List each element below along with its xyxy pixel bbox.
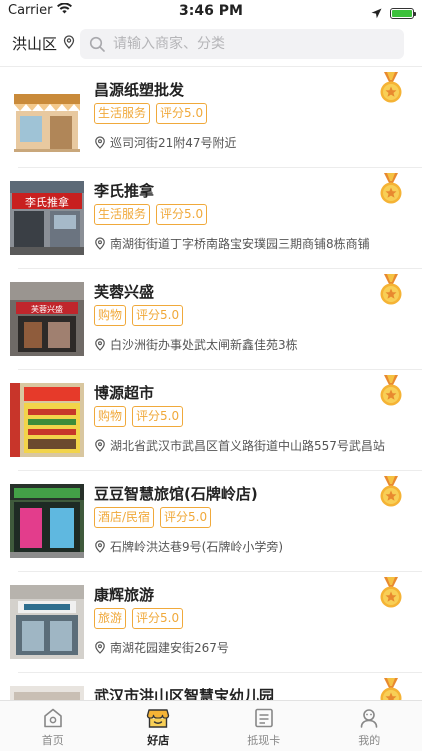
store-item[interactable]: 博源超市 购物 评分5.0 湖北省武汉市武昌区首义路街道中山路557号武昌站	[18, 370, 422, 471]
category-tag: 购物	[94, 406, 126, 427]
svg-text:李氏推拿: 李氏推拿	[25, 195, 69, 209]
store-name: 康辉旅游	[94, 584, 154, 605]
store-address: 湖北省武汉市武昌区首义路街道中山路557号武昌站	[94, 437, 385, 454]
tab-home[interactable]: 首页	[0, 701, 106, 751]
store-item[interactable]: 昌源纸塑批发 生活服务 评分5.0 巡司河街21附47号附近	[18, 67, 422, 168]
medal-icon	[378, 476, 404, 512]
medal-icon	[378, 274, 404, 310]
address-text: 白沙洲街办事处武太闸新鑫佳苑3栋	[110, 336, 298, 353]
rating-tag: 评分5.0	[156, 204, 207, 225]
medal-icon	[378, 577, 404, 613]
region-label: 洪山区	[12, 33, 57, 54]
location-pin-icon	[94, 439, 106, 452]
store-tags: 生活服务 评分5.0	[94, 103, 207, 124]
tab-profile[interactable]: 我的	[317, 701, 422, 751]
store-address: 巡司河街21附47号附近	[94, 134, 237, 151]
tab-voucher-card[interactable]: 抵现卡	[211, 701, 317, 751]
store-tags: 旅游 评分5.0	[94, 608, 183, 629]
rating-tag: 评分5.0	[132, 305, 183, 326]
location-arrow-icon	[371, 4, 382, 23]
tab-label: 抵现卡	[247, 732, 280, 748]
store-name: 芙蓉兴盛	[94, 281, 154, 302]
store-address: 南湖花园建安街267号	[94, 639, 229, 656]
store-address: 白沙洲街办事处武太闸新鑫佳苑3栋	[94, 336, 298, 353]
store-name: 昌源纸塑批发	[94, 79, 184, 100]
tab-label: 好店	[147, 732, 169, 748]
category-tag: 购物	[94, 305, 126, 326]
store-name: 豆豆智慧旅馆(石牌岭店)	[94, 483, 258, 504]
store-thumbnail: 李氏推拿	[10, 181, 84, 255]
tab-good-shops[interactable]: 好店	[106, 701, 212, 751]
store-tags: 酒店/民宿 评分5.0	[94, 507, 211, 528]
store-thumbnail	[10, 686, 84, 701]
status-bar: Carrier 3:46 PM	[0, 0, 422, 24]
region-selector[interactable]: 洪山区	[12, 33, 75, 54]
search-input[interactable]	[111, 35, 385, 53]
rating-tag: 评分5.0	[160, 507, 211, 528]
profile-icon	[358, 707, 380, 729]
search-icon	[89, 36, 105, 52]
location-pin-icon	[94, 338, 106, 351]
tab-label: 我的	[358, 732, 380, 748]
store-tags: 购物 评分5.0	[94, 305, 183, 326]
medal-icon	[378, 678, 404, 701]
clock: 3:46 PM	[0, 3, 422, 19]
rating-tag: 评分5.0	[132, 406, 183, 427]
location-pin-icon	[94, 540, 106, 553]
tab-label: 首页	[42, 732, 64, 748]
svg-text:芙蓉兴盛: 芙蓉兴盛	[31, 304, 63, 314]
medal-icon	[378, 375, 404, 411]
search-bar[interactable]	[80, 29, 404, 59]
category-tag: 生活服务	[94, 103, 150, 124]
medal-icon	[378, 72, 404, 108]
address-text: 南湖街街道丁字桥南路宝安璞园三期商铺8栋商铺	[110, 235, 370, 252]
location-pin-icon	[94, 136, 106, 149]
header: 洪山区	[0, 24, 422, 64]
medal-icon	[378, 173, 404, 209]
store-list[interactable]: 昌源纸塑批发 生活服务 评分5.0 巡司河街21附47号附近 李氏推拿	[0, 66, 422, 701]
location-pin-icon	[94, 237, 106, 250]
status-right	[371, 4, 414, 23]
store-tags: 购物 评分5.0	[94, 406, 183, 427]
battery-icon	[390, 8, 414, 19]
store-item[interactable]: 武汉市洪山区智慧宝幼儿园	[18, 673, 422, 701]
store-thumbnail	[10, 80, 84, 154]
store-thumbnail	[10, 585, 84, 659]
address-text: 南湖花园建安街267号	[110, 639, 229, 656]
address-text: 湖北省武汉市武昌区首义路街道中山路557号武昌站	[110, 437, 385, 454]
store-name: 博源超市	[94, 382, 154, 403]
home-icon	[42, 707, 64, 729]
store-thumbnail: 芙蓉兴盛	[10, 282, 84, 356]
address-text: 巡司河街21附47号附近	[110, 134, 237, 151]
card-icon	[253, 707, 275, 729]
location-pin-icon	[63, 35, 75, 53]
store-item[interactable]: 芙蓉兴盛 芙蓉兴盛 购物 评分5.0 白沙洲街办事处武太闸新鑫佳苑3栋	[18, 269, 422, 370]
store-thumbnail	[10, 383, 84, 457]
store-name: 武汉市洪山区智慧宝幼儿园	[94, 685, 274, 701]
rating-tag: 评分5.0	[156, 103, 207, 124]
tab-bar: 首页 好店 抵现卡 我的	[0, 700, 422, 751]
store-tags: 生活服务 评分5.0	[94, 204, 207, 225]
rating-tag: 评分5.0	[132, 608, 183, 629]
location-pin-icon	[94, 641, 106, 654]
store-name: 李氏推拿	[94, 180, 154, 201]
store-address: 石牌岭洪达巷9号(石牌岭小学旁)	[94, 538, 283, 555]
store-address: 南湖街街道丁字桥南路宝安璞园三期商铺8栋商铺	[94, 235, 370, 252]
shop-icon	[146, 707, 170, 729]
store-item[interactable]: 李氏推拿 李氏推拿 生活服务 评分5.0 南湖街街道丁字桥南路宝安璞园三期商铺8…	[18, 168, 422, 269]
category-tag: 生活服务	[94, 204, 150, 225]
store-item[interactable]: 豆豆智慧旅馆(石牌岭店) 酒店/民宿 评分5.0 石牌岭洪达巷9号(石牌岭小学旁…	[18, 471, 422, 572]
category-tag: 旅游	[94, 608, 126, 629]
store-item[interactable]: 康辉旅游 旅游 评分5.0 南湖花园建安街267号	[18, 572, 422, 673]
category-tag: 酒店/民宿	[94, 507, 154, 528]
address-text: 石牌岭洪达巷9号(石牌岭小学旁)	[110, 538, 283, 555]
store-thumbnail	[10, 484, 84, 558]
